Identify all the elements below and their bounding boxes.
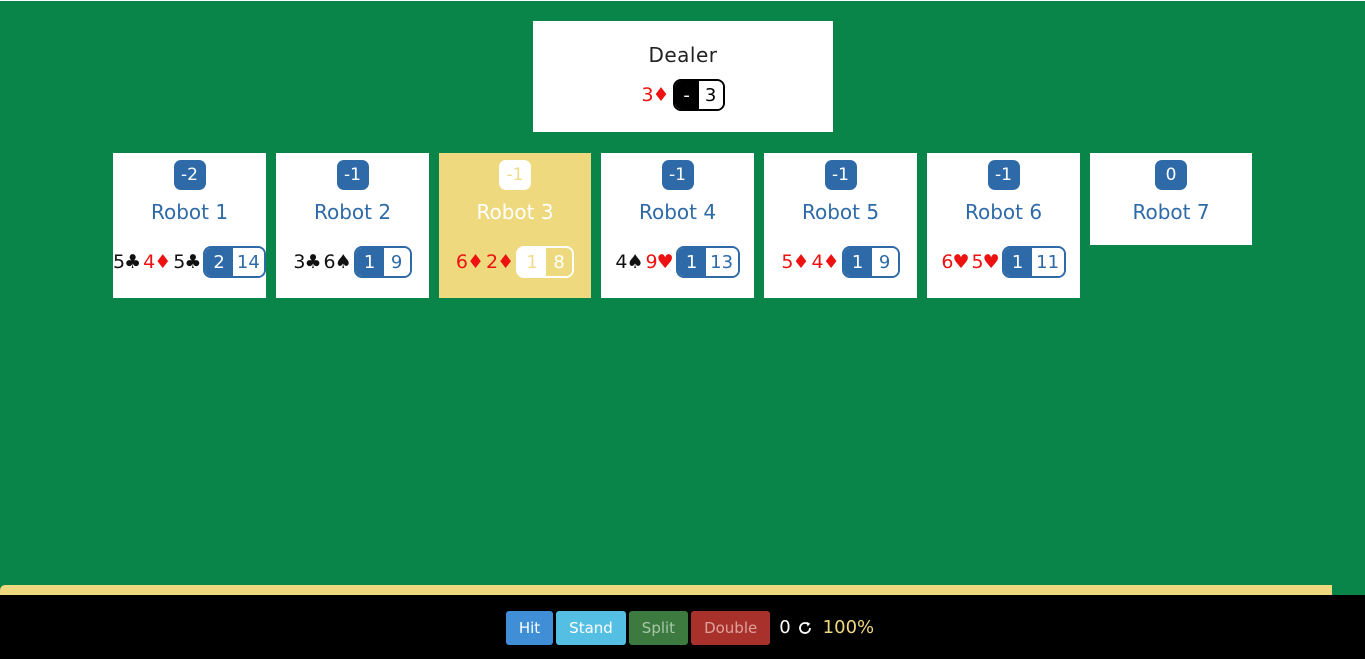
- game-table: Dealer 3♦ - 3 -2 Robot 1 5♣ 4♦ 5♣ 2 14 -1 Robot …: [0, 1, 1365, 595]
- refresh-icon[interactable]: [797, 620, 813, 636]
- hand-total-pill: 2 14: [203, 246, 266, 278]
- dealer-total-b: 3: [698, 81, 723, 109]
- action-buttons: Hit Stand Split Double: [505, 610, 771, 645]
- hand-count: 1: [355, 248, 384, 276]
- player-hand: 5♦ 4♦ 1 9: [764, 246, 917, 278]
- player-name: Robot 5: [801, 200, 880, 224]
- dealer-title: Dealer: [648, 43, 718, 67]
- playing-card: 4♦: [143, 251, 171, 273]
- count-badge: 0: [1155, 160, 1187, 190]
- count-badge: -2: [173, 160, 206, 190]
- playing-card: 6♥: [941, 251, 969, 273]
- player-panel: -2 Robot 1 5♣ 4♦ 5♣ 2 14: [113, 153, 266, 298]
- double-button[interactable]: Double: [691, 610, 771, 645]
- stand-button[interactable]: Stand: [556, 610, 626, 645]
- hand-count: 1: [677, 248, 706, 276]
- hand-total: 11: [1031, 248, 1064, 276]
- hand-count: 1: [518, 248, 547, 276]
- playing-card: 5♣: [173, 251, 201, 273]
- playing-card: 2♦: [486, 251, 514, 273]
- count-badge: -1: [661, 160, 694, 190]
- dealer-total-pill: - 3: [672, 79, 725, 111]
- player-hand: 4♠ 9♥ 1 13: [601, 246, 754, 278]
- playing-card: 5♣: [113, 251, 141, 273]
- playing-card: 6♠: [323, 251, 352, 273]
- count-badge: -1: [336, 160, 369, 190]
- dealer-total-a: -: [674, 81, 699, 109]
- playing-card: 9♥: [645, 251, 674, 273]
- player-name: Robot 1: [150, 200, 229, 224]
- dealer-panel: Dealer 3♦ - 3: [533, 21, 833, 132]
- hand-total-pill: 18: [516, 246, 575, 278]
- dealer-hand: 3♦ - 3: [533, 79, 833, 111]
- split-button[interactable]: Split: [628, 610, 689, 645]
- hand-total-pill: 19: [353, 246, 412, 278]
- playing-card: 5♥: [971, 251, 1000, 273]
- player-hand: 6♥ 5♥ 1 11: [927, 246, 1080, 278]
- player-panel: -1 Robot 5 5♦ 4♦ 1 9: [764, 153, 917, 298]
- hand-total-pill: 1 13: [675, 246, 740, 278]
- player-name: Robot 3: [476, 200, 554, 224]
- hand-total: 13: [705, 248, 738, 276]
- dealer-card: 3♦: [641, 84, 669, 106]
- count-badge: -1: [987, 160, 1020, 190]
- hand-count: 2: [205, 248, 233, 276]
- player-panel: -1 Robot 3 6♦ 2♦ 1 8: [439, 153, 591, 298]
- playing-card: 3♣: [293, 251, 321, 273]
- playing-card: 5♦: [781, 251, 809, 273]
- playing-card: 4♦: [811, 251, 840, 273]
- player-panel: -1 Robot 6 6♥ 5♥ 1 11: [927, 153, 1080, 298]
- player-name: Robot 7: [1132, 200, 1210, 224]
- hand-total: 14: [232, 248, 264, 276]
- percent-display: 100%: [822, 617, 875, 638]
- player-hand: 5♣ 4♦ 5♣ 2 14: [113, 246, 266, 278]
- hand-count: 1: [843, 248, 872, 276]
- player-name: Robot 4: [638, 200, 717, 224]
- progress-fill: [0, 585, 1333, 595]
- player-name: Robot 2: [313, 200, 392, 224]
- player-panel: -1 Robot 4 4♠ 9♥ 1 13: [601, 153, 754, 298]
- hand-total: 9: [383, 248, 410, 276]
- player-hand: 3♣ 6♠ 1 9: [276, 246, 429, 278]
- hit-button[interactable]: Hit: [505, 610, 554, 645]
- hand-total-pill: 1 11: [1001, 246, 1066, 278]
- player-panel: -1 Robot 2 3♣ 6♠ 1 9: [276, 153, 429, 298]
- control-bar: Hit Stand Split Double 0 100%: [0, 595, 1365, 659]
- hand-total: 8: [546, 248, 573, 276]
- hand-count: 1: [1003, 248, 1032, 276]
- player-panel: 0 Robot 7: [1090, 153, 1252, 245]
- player-name: Robot 6: [964, 200, 1043, 224]
- progress-bar: [0, 585, 1365, 595]
- hand-total: 9: [871, 248, 898, 276]
- score-value: 0: [779, 617, 791, 638]
- hand-total-pill: 19: [841, 246, 900, 278]
- count-badge: -1: [499, 160, 531, 190]
- playing-card: 6♦: [455, 251, 484, 273]
- player-hand: 6♦ 2♦ 1 8: [439, 246, 591, 278]
- count-badge: -1: [824, 160, 857, 190]
- playing-card: 4♠: [615, 251, 643, 273]
- score-display: 0: [779, 617, 812, 638]
